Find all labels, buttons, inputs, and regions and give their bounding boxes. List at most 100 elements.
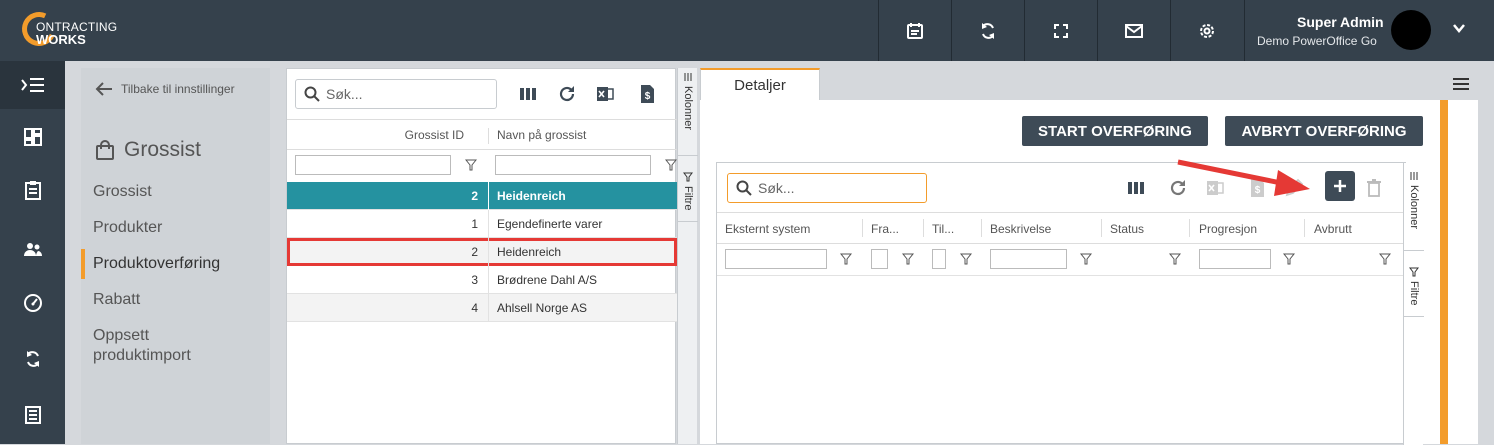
columns-icon	[1410, 172, 1418, 180]
filter-fra-input[interactable]	[871, 249, 888, 269]
columns-button[interactable]	[517, 83, 539, 105]
search-icon	[304, 86, 320, 102]
search-placeholder: Søk...	[326, 86, 363, 102]
filter-icon[interactable]	[1080, 253, 1092, 265]
refresh-icon	[559, 86, 575, 102]
dollar-document-icon: $	[641, 85, 654, 103]
avatar[interactable]	[1391, 10, 1431, 50]
col-eksternt-system[interactable]: Eksternt system	[725, 222, 810, 236]
menu-produktoverforing[interactable]: Produktoverføring	[81, 249, 270, 279]
delete-button[interactable]	[1363, 177, 1385, 199]
accent-bar	[1440, 100, 1448, 444]
nav-dashboard[interactable]	[0, 113, 65, 161]
tab-filtre[interactable]: Filtre	[678, 166, 698, 222]
dashboard-icon	[23, 128, 42, 146]
settings-button[interactable]	[1170, 0, 1243, 61]
columns-icon	[520, 88, 536, 100]
columns-button[interactable]	[1125, 177, 1147, 199]
detail-side-tabs: Kolonner Filtre	[1403, 163, 1424, 445]
detail-header: Eksternt system Fra... Til... Beskrivels…	[717, 212, 1403, 244]
start-transfer-button[interactable]: START OVERFØRING	[1022, 116, 1208, 146]
col-fra[interactable]: Fra...	[871, 222, 899, 236]
filter-icon[interactable]	[960, 253, 972, 265]
col-status[interactable]: Status	[1110, 222, 1144, 236]
nav-clipboard[interactable]	[0, 166, 65, 214]
fullscreen-button[interactable]	[1024, 0, 1097, 61]
col-progresjon[interactable]: Progresjon	[1199, 222, 1257, 236]
list-filter-row	[287, 150, 677, 182]
table-row[interactable]: 3 Brødrene Dahl A/S	[287, 266, 677, 294]
nav-menu-toggle[interactable]	[0, 61, 65, 109]
detail-panel: Detaljer START OVERFØRING AVBRYT OVERFØR…	[700, 68, 1478, 445]
filter-icon[interactable]	[1169, 253, 1181, 265]
user-menu[interactable]: Super Admin Demo PowerOffice Go	[1244, 0, 1494, 61]
settings-panel: Tilbake til innstillinger Grossist Gross…	[81, 68, 270, 444]
clipboard-icon	[24, 181, 41, 200]
nav-gauge[interactable]	[0, 279, 65, 327]
calendar-button[interactable]	[878, 0, 951, 61]
col-navn[interactable]: Navn på grossist	[488, 128, 586, 144]
filter-icon[interactable]	[665, 159, 677, 171]
search-placeholder: Søk...	[758, 180, 795, 196]
table-row[interactable]: 4 Ahlsell Norge AS	[287, 294, 677, 322]
col-grossist-id[interactable]: Grossist ID	[287, 128, 464, 142]
filter-icon[interactable]	[465, 159, 477, 171]
excel-export-button[interactable]	[594, 83, 616, 105]
cancel-transfer-button[interactable]: AVBRYT OVERFØRING	[1225, 116, 1423, 146]
columns-icon	[684, 73, 692, 81]
tab-kolonner[interactable]: Kolonner	[1404, 163, 1424, 251]
tab-filtre[interactable]: Filtre	[1404, 261, 1424, 317]
col-til[interactable]: Til...	[932, 222, 954, 236]
menu-oppsett-produktimport[interactable]: Oppsett produktimport	[81, 326, 231, 366]
gauge-icon	[23, 294, 42, 312]
arrow-left-icon	[95, 82, 112, 96]
filter-system-input[interactable]	[725, 249, 827, 269]
filter-icon[interactable]	[1283, 253, 1295, 265]
nav-list[interactable]	[0, 391, 65, 439]
trash-icon	[1367, 179, 1381, 197]
list-search[interactable]: Søk...	[295, 79, 497, 109]
tab-kolonner[interactable]: Kolonner	[678, 68, 698, 156]
columns-icon	[1128, 182, 1144, 194]
col-beskrivelse[interactable]: Beskrivelse	[990, 222, 1051, 236]
tab-detaljer[interactable]: Detaljer	[700, 68, 820, 100]
shopping-bag-icon	[96, 140, 114, 160]
mail-button[interactable]	[1097, 0, 1170, 61]
menu-produkter[interactable]: Produkter	[81, 218, 270, 238]
filter-icon[interactable]	[902, 253, 914, 265]
calendar-icon	[907, 22, 923, 39]
export-button[interactable]: $	[636, 83, 658, 105]
table-row[interactable]: 2 Heidenreich	[287, 238, 677, 266]
menu-rabatt[interactable]: Rabatt	[81, 290, 270, 310]
col-avbrutt[interactable]: Avbrutt	[1314, 222, 1352, 236]
left-nav	[0, 61, 65, 444]
filter-name-input[interactable]	[495, 155, 651, 175]
plus-icon	[1334, 180, 1346, 192]
annotation-arrow-icon	[1177, 159, 1310, 196]
hamburger-icon[interactable]	[1452, 76, 1470, 92]
filter-progresjon-input[interactable]	[1199, 249, 1271, 269]
detail-search[interactable]: Søk...	[727, 173, 927, 203]
back-link[interactable]: Tilbake til innstillinger	[95, 82, 235, 96]
filter-icon	[683, 172, 693, 182]
contractingworks-logo[interactable]: ONTRACTING WORKS	[17, 7, 132, 51]
list-side-tabs: Kolonner Filtre	[677, 68, 698, 444]
nav-sync[interactable]	[0, 335, 65, 383]
refresh-button[interactable]	[556, 83, 578, 105]
filter-icon[interactable]	[1379, 253, 1391, 265]
table-row[interactable]: 1 Egendefinerte varer	[287, 210, 677, 238]
gear-icon	[1200, 23, 1214, 38]
detail-tab-bar: Detaljer	[700, 68, 1478, 100]
nav-users[interactable]	[0, 225, 65, 273]
filter-id-input[interactable]	[295, 155, 451, 175]
menu-grossist[interactable]: Grossist	[81, 182, 270, 202]
sync-button[interactable]	[951, 0, 1024, 61]
sync-icon	[26, 351, 39, 367]
filter-icon[interactable]	[840, 253, 852, 265]
filter-til-input[interactable]	[932, 249, 946, 269]
table-row[interactable]: 2 Heidenreich	[287, 182, 677, 210]
filter-beskrivelse-input[interactable]	[990, 249, 1067, 269]
add-button[interactable]	[1325, 171, 1355, 201]
chevron-down-icon[interactable]	[1451, 20, 1467, 36]
grossist-list-panel: Søk... $ Grossist ID Navn på grossist 2 …	[286, 68, 677, 444]
